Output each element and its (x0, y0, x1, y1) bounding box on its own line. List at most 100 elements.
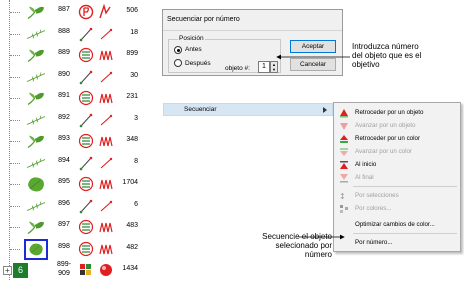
group-icon (80, 264, 91, 275)
object-thumbnail[interactable] (24, 238, 48, 260)
object-thumbnail[interactable] (24, 174, 48, 195)
tree-connector (10, 227, 20, 228)
stitch-count: 6 (134, 200, 138, 208)
menu-item-to-start[interactable]: Al inicio (334, 158, 460, 171)
menu-item-label: Retroceder por un color (355, 135, 421, 142)
menu-item-back-one-object[interactable]: Retroceder por un objeto (334, 106, 460, 119)
menu-item-label: Optimizar cambios de color... (355, 221, 435, 228)
object-list-row[interactable]: 894 8 (0, 153, 140, 174)
menu-item-to-end[interactable]: Al final (334, 171, 460, 184)
object-number: 899- 909 (56, 261, 71, 277)
tree-connector (10, 141, 20, 142)
object-number: 888 (58, 27, 70, 35)
callout-menu-note: Secuencie el objeto selecionado por núme… (214, 232, 332, 259)
tree-connector (10, 98, 20, 99)
stitch-count: 899 (126, 50, 138, 57)
menu-item-optimize-color-changes[interactable]: Optimizar cambios de color... (334, 218, 460, 231)
object-list-row[interactable]: 893 348 (0, 131, 140, 152)
menu-item-forward-one-object[interactable]: Avanzar por un objeto (334, 119, 460, 132)
sequence-submenu: Retroceder por un objeto Avanzar por un … (333, 102, 461, 252)
object-list-panel: 887 506 888 18 889 899 890 30 891 231 892 3 893 348 89… (0, 0, 140, 301)
menu-item-by-colors[interactable]: Por colores... (334, 202, 460, 215)
object-thumbnail[interactable] (24, 217, 48, 238)
needle-icon (79, 113, 93, 127)
menu-item-forward-one-color[interactable]: Avanzar por un color (334, 145, 460, 158)
stitch-count: 8 (134, 157, 138, 165)
object-list-row[interactable]: 896 6 (0, 196, 140, 217)
object-thumbnail[interactable] (24, 110, 48, 131)
object-list-row[interactable]: 898 482 (0, 238, 140, 260)
menu-item-by-number[interactable]: Por número... (334, 236, 460, 249)
sequence-by-number-dialog: Secuenciar por número Posición Antes Des… (162, 9, 343, 76)
dialog-body: Posición Antes Después objeto #: 1 ▲ ▼ Ac… (163, 30, 342, 75)
position-group-label: Posición (178, 35, 205, 42)
object-list-row[interactable]: 890 30 (0, 67, 140, 88)
needle-icon (79, 70, 93, 84)
tree-connector (10, 248, 20, 250)
stitch-count: 506 (126, 7, 138, 14)
stitch-type-icon (100, 28, 113, 39)
object-list-row[interactable]: 887 506 (0, 2, 140, 23)
object-list-row[interactable]: 897 483 (0, 217, 140, 238)
triangle-down-icon (340, 123, 348, 130)
stitch-count: 1704 (122, 179, 138, 186)
object-number: 887 (58, 6, 70, 13)
object-thumbnail[interactable] (24, 2, 48, 23)
cancel-button[interactable]: Cancelar (290, 58, 336, 71)
accept-button[interactable]: Aceptar (290, 40, 336, 53)
object-list-row[interactable]: 892 3 (0, 110, 140, 131)
object-number-label: objeto #: (225, 65, 250, 72)
menu-separator (353, 186, 457, 187)
needle-icon (79, 156, 93, 170)
object-thumbnail[interactable] (24, 88, 48, 109)
object-list-row[interactable]: 889 899 (0, 45, 140, 66)
object-number: 890 (58, 70, 70, 78)
menu-item-label: Avanzar por un objeto (355, 122, 416, 129)
radio-after[interactable] (174, 59, 182, 67)
object-number: 889 (58, 49, 70, 56)
tree-connector (10, 55, 20, 56)
menu-item-secuenciar[interactable]: Secuenciar (163, 103, 333, 116)
svg-text:↕: ↕ (339, 192, 346, 201)
object-number-input[interactable]: 1 (258, 61, 270, 73)
stitch-count: 483 (126, 222, 138, 229)
menu-item-by-selections[interactable]: ↕ Por selecciones (334, 189, 460, 202)
menu-item-label: Al final (355, 174, 374, 181)
menu-item-secuenciar-label: Secuenciar (184, 106, 217, 113)
menu-item-back-one-color[interactable]: Retroceder por un color (334, 132, 460, 145)
tree-connector (10, 205, 20, 207)
object-thumbnail[interactable] (24, 131, 48, 152)
object-number: 898 (58, 242, 70, 250)
object-thumbnail[interactable] (24, 45, 48, 66)
stitch-type-icon (99, 222, 113, 233)
stitch-type-icon (99, 244, 113, 254)
callout-line: objetivo (352, 60, 380, 69)
seal-icon (78, 4, 94, 20)
callout-line: del objeto que es el (352, 51, 422, 60)
stitch-count: 3 (134, 114, 138, 122)
object-thumbnail[interactable] (24, 153, 48, 174)
expand-toggle-icon[interactable]: + (3, 266, 12, 275)
menu-item-label: Por número... (355, 239, 393, 246)
callout-line: Secuencie el objeto (262, 232, 332, 241)
tree-connector (10, 119, 20, 121)
stitch-type-icon (99, 179, 113, 190)
object-number: 891 (58, 92, 70, 99)
object-number: 897 (58, 221, 70, 228)
object-thumbnail[interactable] (24, 67, 48, 88)
satin-fill-icon (78, 90, 94, 106)
number-spinner[interactable]: ▲ ▼ (270, 61, 278, 73)
by-colors-icon (340, 205, 348, 213)
stitch-count: 231 (126, 93, 138, 100)
tree-connector (10, 33, 20, 35)
object-list-row[interactable]: 888 18 (0, 24, 140, 45)
object-list-row[interactable]: 891 231 (0, 88, 140, 109)
needle-icon (79, 27, 93, 41)
submenu-arrow-icon (323, 107, 327, 113)
radio-before[interactable] (174, 46, 182, 54)
object-list-row[interactable]: 895 1704 (0, 174, 140, 195)
object-thumbnail[interactable] (24, 24, 48, 45)
object-thumbnail[interactable] (24, 196, 48, 217)
object-list-row[interactable]: +6 899- 909 1434 (0, 260, 140, 281)
stitch-count: 30 (130, 71, 138, 79)
